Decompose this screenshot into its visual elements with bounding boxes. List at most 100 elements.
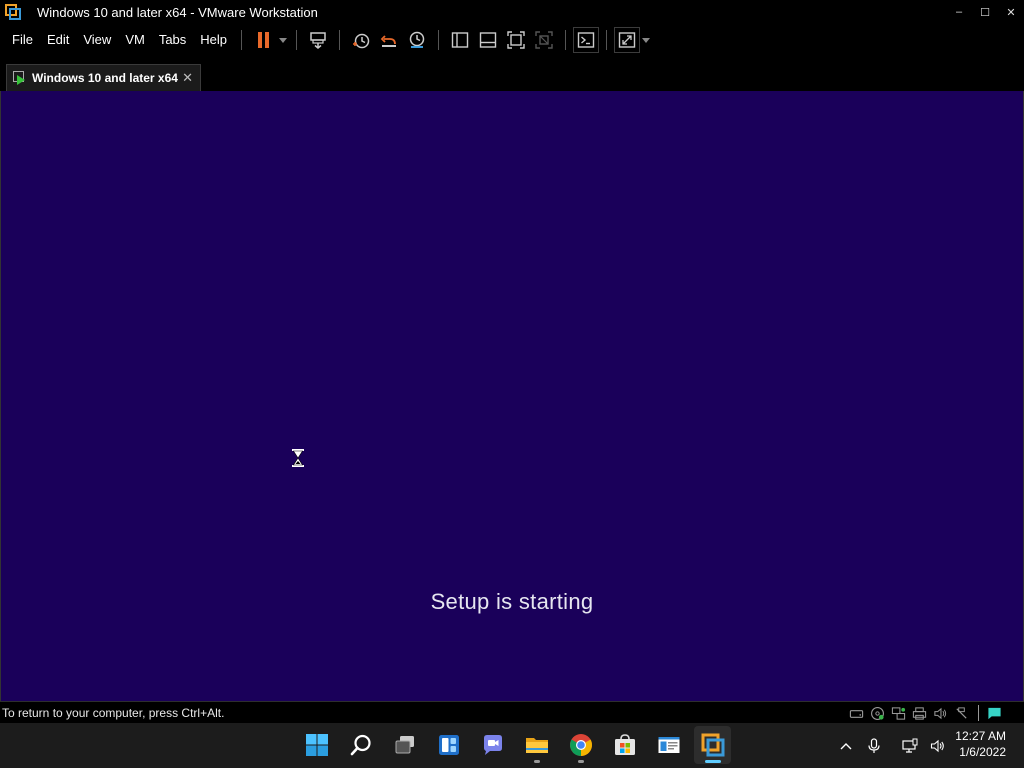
menu-tabs[interactable]: Tabs — [152, 24, 193, 56]
show-library-icon — [451, 32, 469, 48]
toolbar-separator — [606, 30, 608, 50]
vmware-taskbar-button[interactable] — [694, 726, 731, 764]
volume-button[interactable] — [928, 736, 948, 756]
hard-disk-icon[interactable] — [848, 705, 864, 721]
tab-label: Windows 10 and later x64 — [32, 71, 178, 85]
stretch-guest-button[interactable] — [614, 27, 641, 53]
vmware-icon — [701, 733, 724, 757]
status-bar: To return to your computer, press Ctrl+A… — [0, 701, 1024, 723]
usb-icon[interactable] — [953, 705, 969, 721]
microphone-button[interactable] — [864, 736, 884, 756]
chrome-icon — [569, 734, 592, 756]
taskbar-apps — [298, 726, 731, 764]
show-hidden-icons-button[interactable] — [836, 736, 856, 756]
snapshot-icon — [353, 33, 370, 49]
taskbar-clock[interactable]: 12:27 AM 1/6/2022 — [955, 728, 1006, 760]
tab-windows-vm[interactable]: Windows 10 and later x64 ✕ — [6, 64, 201, 91]
menu-view[interactable]: View — [76, 24, 118, 56]
microphone-icon — [868, 737, 880, 753]
show-library-button[interactable] — [446, 26, 474, 54]
clock-time: 12:27 AM — [955, 729, 1006, 743]
menu-edit[interactable]: Edit — [40, 24, 76, 56]
running-indicator — [534, 760, 540, 763]
settings-window-button[interactable] — [650, 726, 687, 764]
vm-console-screen[interactable]: Setup is starting — [0, 91, 1024, 701]
search-button[interactable] — [342, 726, 379, 764]
file-explorer-button[interactable] — [518, 726, 555, 764]
revert-snapshot-button[interactable] — [375, 26, 403, 54]
start-button[interactable] — [298, 726, 335, 764]
window-controls: – ☐ ✕ — [946, 0, 1024, 24]
toolbar-separator — [339, 30, 341, 50]
thumbnail-bar-icon — [479, 32, 497, 48]
search-icon — [350, 734, 371, 756]
network-tray-icon — [902, 738, 918, 753]
stretch-guest-icon — [618, 32, 636, 48]
network-icon[interactable] — [890, 705, 906, 721]
chevron-down-icon — [279, 37, 288, 43]
chat-button[interactable] — [474, 726, 511, 764]
file-explorer-icon — [525, 738, 548, 753]
menu-vm[interactable]: VM — [118, 24, 152, 56]
vm-running-icon — [13, 71, 27, 85]
maximize-button[interactable]: ☐ — [972, 0, 998, 24]
running-indicator — [705, 760, 721, 763]
menu-help[interactable]: Help — [193, 24, 234, 56]
thumbnail-bar-button[interactable] — [474, 26, 502, 54]
toolbar-separator — [296, 30, 298, 50]
snapshot-manager-button[interactable] — [403, 26, 431, 54]
minimize-button[interactable]: – — [946, 0, 972, 24]
toolbar-separator — [438, 30, 440, 50]
settings-window-icon — [658, 737, 679, 753]
chevron-up-icon — [840, 742, 852, 749]
printer-icon[interactable] — [911, 705, 927, 721]
console-view-button[interactable] — [573, 27, 600, 53]
microsoft-store-button[interactable] — [606, 726, 643, 764]
chrome-button[interactable] — [562, 726, 599, 764]
snapshot-manager-icon — [409, 31, 425, 48]
sound-icon[interactable] — [932, 705, 948, 721]
teams-chat-icon — [483, 735, 502, 755]
windows-start-icon — [305, 734, 328, 756]
pause-button[interactable] — [249, 26, 277, 54]
widgets-icon — [438, 735, 459, 755]
close-button[interactable]: ✕ — [998, 0, 1024, 24]
full-screen-icon — [507, 31, 525, 49]
window-title: Windows 10 and later x64 - VMware Workst… — [37, 4, 318, 20]
device-status-icons — [848, 705, 1002, 721]
hourglass-cursor-icon — [292, 449, 304, 467]
menu-toolbar: File Edit View VM Tabs Help — [0, 24, 1024, 56]
toolbar-separator — [565, 30, 567, 50]
stretch-dropdown-button[interactable] — [640, 26, 652, 54]
revert-snapshot-icon — [380, 35, 397, 47]
windows-taskbar: 12:27 AM 1/6/2022 — [0, 723, 1024, 768]
running-indicator — [578, 760, 584, 763]
status-hint-text: To return to your computer, press Ctrl+A… — [2, 705, 225, 720]
toolbar-separator — [241, 30, 243, 50]
clock-date: 1/6/2022 — [959, 745, 1006, 759]
message-icon[interactable] — [986, 705, 1002, 721]
unity-button[interactable] — [530, 26, 558, 54]
vmware-app-icon[interactable] — [5, 4, 21, 20]
network-tray-button[interactable] — [900, 736, 920, 756]
system-tray — [836, 723, 948, 768]
unity-icon — [535, 31, 553, 49]
status-separator — [978, 705, 979, 721]
title-bar: Windows 10 and later x64 - VMware Workst… — [0, 0, 1024, 24]
tab-close-icon[interactable]: ✕ — [182, 70, 193, 86]
send-ctrl-alt-del-button[interactable] — [304, 26, 332, 54]
setup-status-message: Setup is starting — [430, 589, 594, 614]
full-screen-button[interactable] — [502, 26, 530, 54]
take-snapshot-button[interactable] — [347, 26, 375, 54]
menu-file[interactable]: File — [0, 24, 40, 56]
widgets-button[interactable] — [430, 726, 467, 764]
volume-icon — [930, 739, 944, 752]
cd-dvd-icon[interactable] — [869, 705, 885, 721]
task-view-button[interactable] — [386, 726, 423, 764]
microsoft-store-icon — [614, 734, 635, 755]
tab-strip: Windows 10 and later x64 ✕ — [0, 56, 1024, 91]
pause-icon — [257, 32, 269, 48]
console-view-icon — [577, 32, 595, 48]
task-view-icon — [395, 736, 414, 754]
power-dropdown-button[interactable] — [277, 26, 289, 54]
